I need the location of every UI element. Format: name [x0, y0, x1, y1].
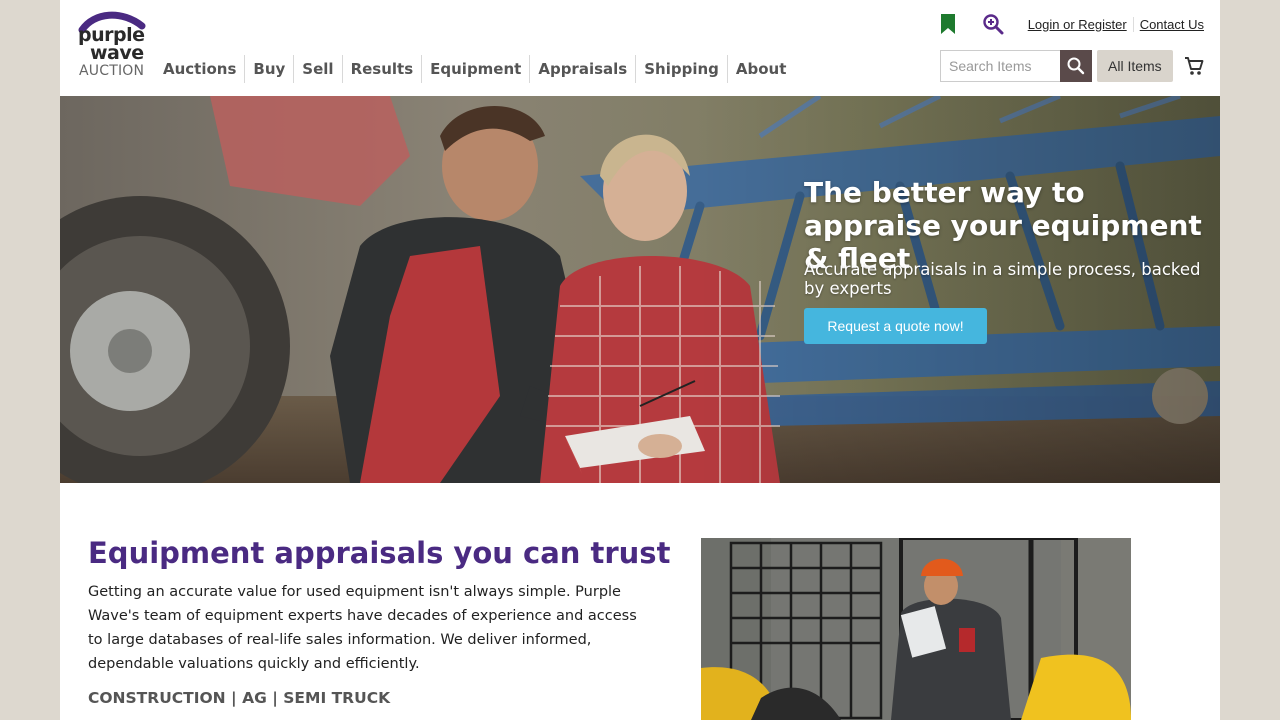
login-register-link[interactable]: Login or Register: [1022, 17, 1133, 32]
bookmark-icon[interactable]: [938, 13, 958, 35]
nav-results[interactable]: Results: [341, 55, 422, 83]
search-button[interactable]: [1060, 50, 1092, 82]
utility-bar: Login or Register Contact Us: [938, 12, 1210, 36]
hero-subtitle: Accurate appraisals in a simple process,…: [804, 260, 1201, 298]
zoom-in-icon[interactable]: [982, 13, 1004, 35]
main-nav: Auctions Buy Sell Results Equipment Appr…: [155, 55, 794, 83]
hero-banner: The better way to appraise your equipmen…: [60, 96, 1220, 483]
logo-text-auction: AUCTION: [79, 63, 145, 79]
nav-equipment[interactable]: Equipment: [421, 55, 529, 83]
purple-wave-logo[interactable]: purple wave AUCTION: [76, 8, 148, 79]
section-title: Equipment appraisals you can trust: [88, 536, 671, 570]
nav-about[interactable]: About: [726, 55, 795, 83]
search-bar: All Items: [940, 50, 1205, 82]
search-icon: [1067, 57, 1085, 75]
contact-us-link[interactable]: Contact Us: [1132, 16, 1210, 32]
worker-in-cab-image: [701, 538, 1131, 720]
section-body: Getting an accurate value for used equip…: [88, 584, 637, 672]
nav-auctions[interactable]: Auctions: [155, 55, 244, 83]
nav-sell[interactable]: Sell: [293, 55, 341, 83]
category-links: CONSTRUCTION | AG | SEMI TRUCK: [88, 689, 391, 707]
nav-appraisals[interactable]: Appraisals: [529, 55, 635, 83]
nav-buy[interactable]: Buy: [244, 55, 293, 83]
nav-shipping[interactable]: Shipping: [635, 55, 727, 83]
cart-icon[interactable]: [1183, 55, 1205, 77]
site-header: purple wave AUCTION Auctions Buy Sell Re…: [60, 0, 1220, 96]
request-quote-button[interactable]: Request a quote now!: [804, 308, 987, 344]
all-items-dropdown[interactable]: All Items: [1097, 50, 1173, 82]
search-input[interactable]: [940, 50, 1060, 82]
worker-photo: [701, 538, 1131, 720]
page: purple wave AUCTION Auctions Buy Sell Re…: [60, 0, 1220, 720]
logo-text-wave: wave: [90, 42, 144, 64]
